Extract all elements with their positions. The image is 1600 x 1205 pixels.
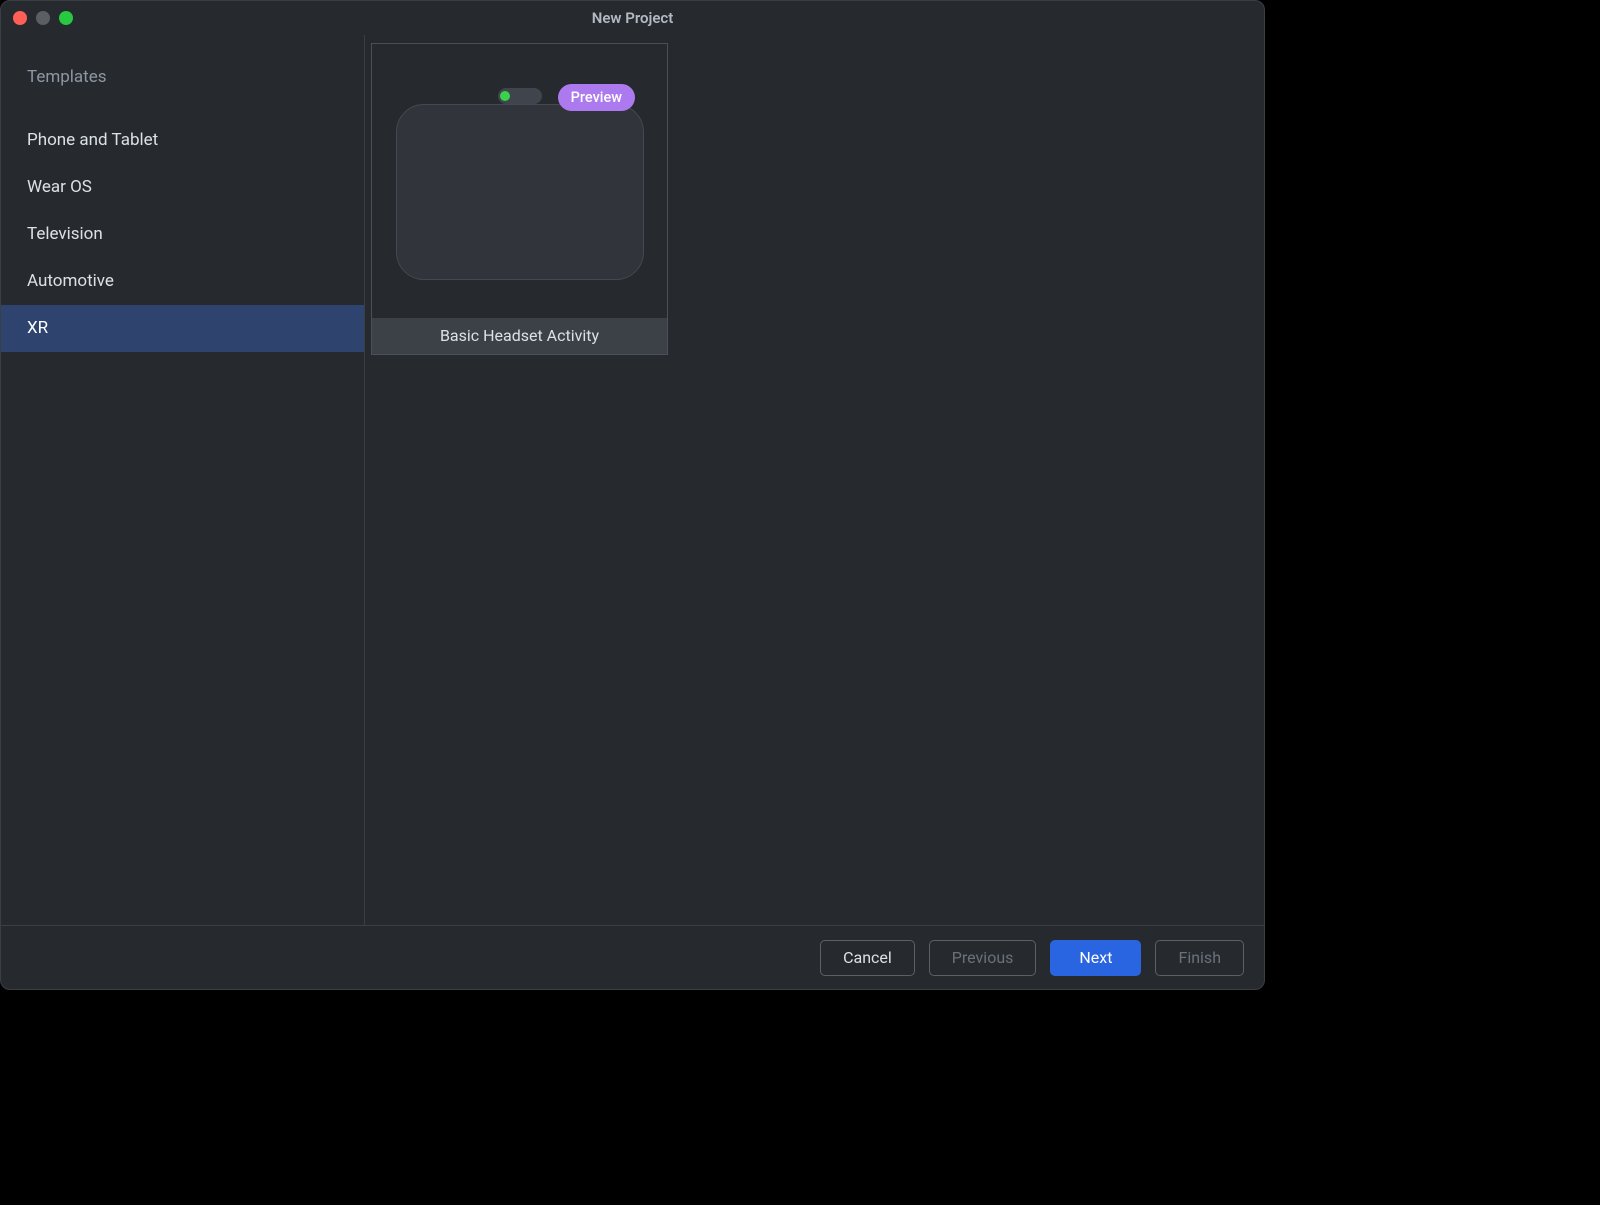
sidebar-item-xr[interactable]: XR [1,305,364,352]
previous-button[interactable]: Previous [929,940,1037,976]
sidebar-title: Templates [1,67,364,117]
maximize-window-button[interactable] [59,11,73,25]
window-title: New Project [592,9,674,27]
sidebar-item-television[interactable]: Television [1,211,364,258]
status-dot-icon [500,91,510,101]
template-card-label: Basic Headset Activity [372,318,667,354]
sidebar-item-phone-and-tablet[interactable]: Phone and Tablet [1,117,364,164]
headset-screen-icon [396,104,644,280]
close-window-button[interactable] [13,11,27,25]
sidebar-item-label: XR [27,318,48,338]
new-project-dialog: New Project Templates Phone and Tablet W… [0,0,1265,990]
window-controls [13,11,73,25]
minimize-window-button[interactable] [36,11,50,25]
titlebar: New Project [1,1,1264,35]
next-button[interactable]: Next [1050,940,1141,976]
headset-notch-icon [498,88,542,104]
dialog-footer: Cancel Previous Next Finish [1,925,1264,989]
template-card-basic-headset-activity[interactable]: Preview Basic Headset Activity [371,43,668,355]
finish-button[interactable]: Finish [1155,940,1244,976]
sidebar-item-automotive[interactable]: Automotive [1,258,364,305]
dialog-content: Templates Phone and Tablet Wear OS Telev… [1,35,1264,925]
preview-badge: Preview [558,84,635,111]
template-gallery: Preview Basic Headset Activity [365,35,1264,925]
sidebar-item-label: Wear OS [27,177,92,197]
cancel-button[interactable]: Cancel [820,940,915,976]
template-category-sidebar: Templates Phone and Tablet Wear OS Telev… [1,35,365,925]
sidebar-item-label: Television [27,224,103,244]
template-preview-image: Preview [372,44,667,318]
sidebar-item-label: Phone and Tablet [27,130,158,150]
sidebar-item-label: Automotive [27,271,114,291]
sidebar-item-wear-os[interactable]: Wear OS [1,164,364,211]
